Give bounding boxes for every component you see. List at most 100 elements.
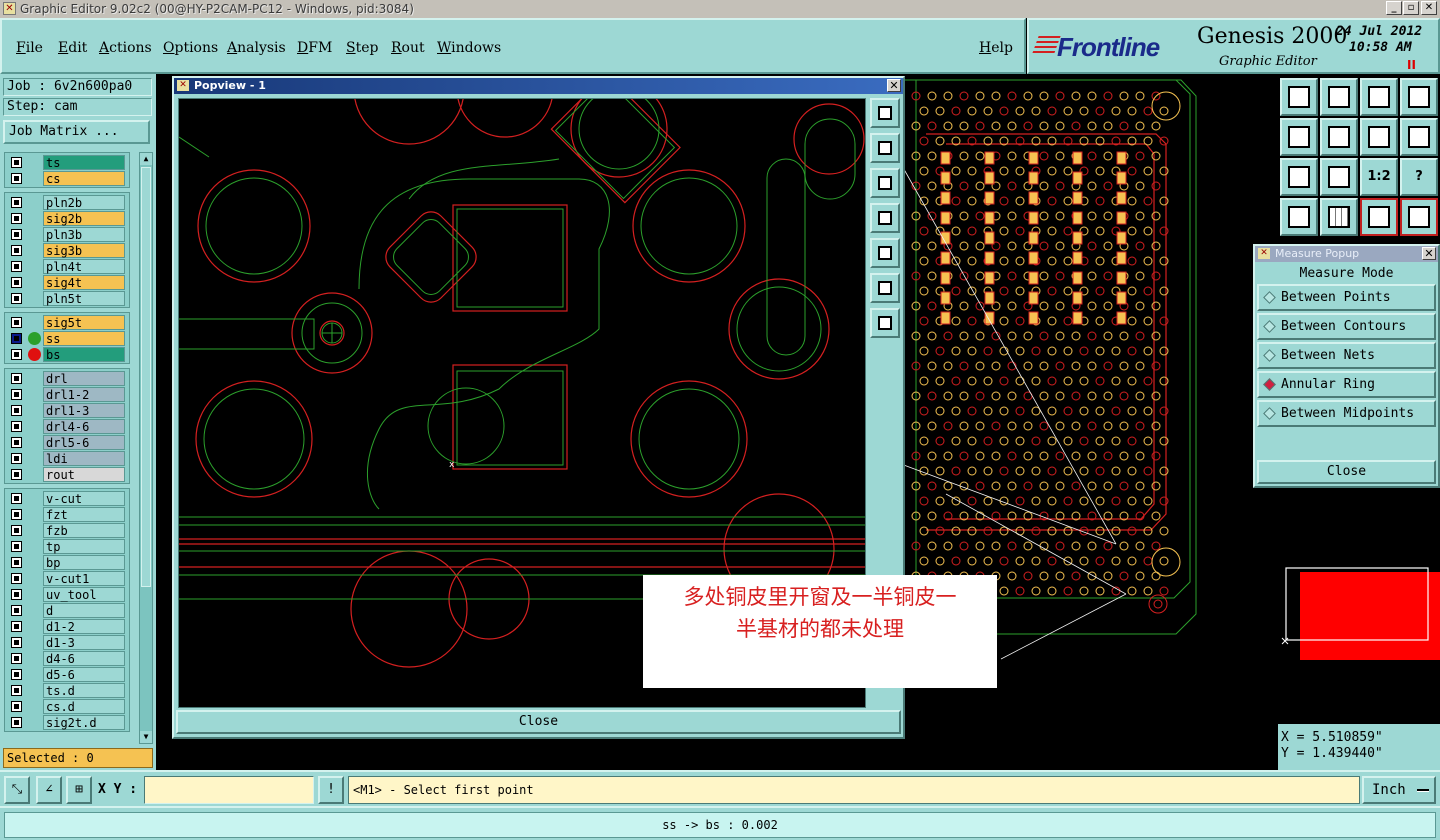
menu-windows[interactable]: Windows bbox=[437, 40, 501, 56]
layer-name[interactable]: sig3b bbox=[43, 243, 125, 258]
layer-name[interactable]: pln2b bbox=[43, 195, 125, 210]
layer-row-sig2b[interactable]: sig2b bbox=[7, 211, 127, 226]
layer-checkbox[interactable] bbox=[11, 621, 22, 632]
measure-close-button[interactable]: Close bbox=[1257, 460, 1436, 484]
layer-checkbox[interactable] bbox=[11, 509, 22, 520]
layer-checkbox[interactable] bbox=[11, 669, 22, 680]
layer-row-sig4t[interactable]: sig4t bbox=[7, 275, 127, 290]
layer-name[interactable]: sig4t bbox=[43, 275, 125, 290]
layer-checkbox[interactable] bbox=[11, 197, 22, 208]
layer-row-bp[interactable]: bp bbox=[7, 555, 127, 570]
layer-name[interactable]: sig2t.d bbox=[43, 715, 125, 730]
layer-row-sig3b[interactable]: sig3b bbox=[7, 243, 127, 258]
layer-checkbox[interactable] bbox=[11, 701, 22, 712]
zoom-ratio-button[interactable]: 1:2 bbox=[1360, 158, 1398, 196]
layer-checkbox[interactable] bbox=[11, 541, 22, 552]
maximize-icon[interactable]: ▫ bbox=[1403, 1, 1419, 15]
layer-checkbox[interactable] bbox=[11, 245, 22, 256]
zoom-home-icon[interactable] bbox=[1280, 78, 1318, 116]
snap-icon[interactable] bbox=[1400, 118, 1438, 156]
layer-row-ss[interactable]: ss bbox=[7, 331, 127, 346]
job-matrix-button[interactable]: Job Matrix ... bbox=[3, 120, 150, 144]
layer-name[interactable]: d bbox=[43, 603, 125, 618]
popview-titlebar[interactable]: ✕ Popview - 1 ✕ bbox=[174, 78, 903, 94]
layer-checkbox[interactable] bbox=[11, 261, 22, 272]
layer-row-drl[interactable]: drl bbox=[7, 371, 127, 386]
menu-rout[interactable]: Rout bbox=[391, 40, 425, 56]
layer-name[interactable]: v-cut1 bbox=[43, 571, 125, 586]
xy-input[interactable] bbox=[144, 776, 314, 804]
measure-titlebar[interactable]: ✕ Measure Popup ✕ bbox=[1255, 246, 1438, 262]
layer-row-cs.d[interactable]: cs.d bbox=[7, 699, 127, 714]
layer-checkbox[interactable] bbox=[11, 653, 22, 664]
zoom-out-icon[interactable] bbox=[870, 308, 900, 338]
layer-name[interactable]: pln4t bbox=[43, 259, 125, 274]
menu-actions[interactable]: Actions bbox=[99, 40, 152, 56]
layer-name[interactable]: bs bbox=[43, 347, 125, 362]
window-split-icon[interactable] bbox=[1400, 78, 1438, 116]
layer-name[interactable]: uv_tool bbox=[43, 587, 125, 602]
layer-checkbox[interactable] bbox=[11, 493, 22, 504]
layer-checkbox[interactable] bbox=[11, 573, 22, 584]
layer-row-pln2b[interactable]: pln2b bbox=[7, 195, 127, 210]
layer-row-bs[interactable]: bs bbox=[7, 347, 127, 362]
menu-dfm[interactable]: DFM bbox=[297, 40, 332, 56]
popview-close-button[interactable]: Close bbox=[176, 710, 901, 734]
layer-row-uv_tool[interactable]: uv_tool bbox=[7, 587, 127, 602]
scroll-thumb[interactable] bbox=[141, 167, 151, 587]
measure-close-icon[interactable]: ✕ bbox=[1422, 247, 1436, 260]
zoom-fit-icon[interactable] bbox=[870, 98, 900, 128]
zoom-center-icon[interactable] bbox=[1320, 158, 1358, 196]
layer-name[interactable]: rout bbox=[43, 467, 125, 482]
layer-name[interactable]: d1-2 bbox=[43, 619, 125, 634]
layer-checkbox[interactable] bbox=[11, 405, 22, 416]
layer-row-drl5-6[interactable]: drl5-6 bbox=[7, 435, 127, 450]
layer-row-fzt[interactable]: fzt bbox=[7, 507, 127, 522]
layer-checkbox[interactable] bbox=[11, 469, 22, 480]
query-icon[interactable]: ? bbox=[1400, 158, 1438, 196]
layer-checkbox[interactable] bbox=[11, 685, 22, 696]
layer-checkbox[interactable] bbox=[11, 157, 22, 168]
layer-name[interactable]: pln3b bbox=[43, 227, 125, 242]
layer-checkbox[interactable] bbox=[11, 389, 22, 400]
layer-name[interactable]: drl4-6 bbox=[43, 419, 125, 434]
layer-row-drl1-2[interactable]: drl1-2 bbox=[7, 387, 127, 402]
layer-checkbox[interactable] bbox=[11, 637, 22, 648]
layer-colors-icon[interactable] bbox=[1360, 198, 1398, 236]
grid-icon[interactable] bbox=[1320, 198, 1358, 236]
mode-between-contours[interactable]: Between Contours bbox=[1257, 313, 1436, 340]
layer-name[interactable]: drl1-3 bbox=[43, 403, 125, 418]
zoom-in-icon[interactable] bbox=[870, 273, 900, 303]
layer-row-pln5t[interactable]: pln5t bbox=[7, 291, 127, 306]
layer-checkbox[interactable] bbox=[11, 453, 22, 464]
pan-left-tool-icon[interactable] bbox=[1280, 118, 1318, 156]
snap-angle-icon[interactable]: ∠ bbox=[36, 776, 62, 804]
home-view-icon[interactable] bbox=[1360, 78, 1398, 116]
popview-close-icon[interactable]: ✕ bbox=[887, 79, 901, 92]
layer-name[interactable]: cs.d bbox=[43, 699, 125, 714]
layer-name[interactable]: d5-6 bbox=[43, 667, 125, 682]
layer-row-d5-6[interactable]: d5-6 bbox=[7, 667, 127, 682]
layer-name[interactable]: pln5t bbox=[43, 291, 125, 306]
layer-row-sig5t[interactable]: sig5t bbox=[7, 315, 127, 330]
pan-right-icon[interactable] bbox=[870, 238, 900, 268]
layer-checkbox[interactable] bbox=[11, 333, 22, 344]
layer-name[interactable]: tp bbox=[43, 539, 125, 554]
scroll-down-icon[interactable]: ▼ bbox=[140, 731, 152, 743]
mode-between-nets[interactable]: Between Nets bbox=[1257, 342, 1436, 369]
layer-checkbox[interactable] bbox=[11, 373, 22, 384]
layer-row-ts[interactable]: ts bbox=[7, 155, 127, 170]
execute-button[interactable]: ! bbox=[318, 776, 344, 804]
zoom-back-icon[interactable] bbox=[1320, 78, 1358, 116]
layer-name[interactable]: ts bbox=[43, 155, 125, 170]
layer-checkbox[interactable] bbox=[11, 717, 22, 728]
layer-row-d[interactable]: d bbox=[7, 603, 127, 618]
layer-row-cs[interactable]: cs bbox=[7, 171, 127, 186]
layer-checkbox[interactable] bbox=[11, 293, 22, 304]
layer-name[interactable]: cs bbox=[43, 171, 125, 186]
layer-scrollbar[interactable]: ▲ ▼ bbox=[139, 152, 153, 744]
layer-checkbox[interactable] bbox=[11, 589, 22, 600]
grid-snap-icon[interactable]: ⊞ bbox=[66, 776, 92, 804]
layer-checkbox[interactable] bbox=[11, 605, 22, 616]
mode-between-points[interactable]: Between Points bbox=[1257, 284, 1436, 311]
